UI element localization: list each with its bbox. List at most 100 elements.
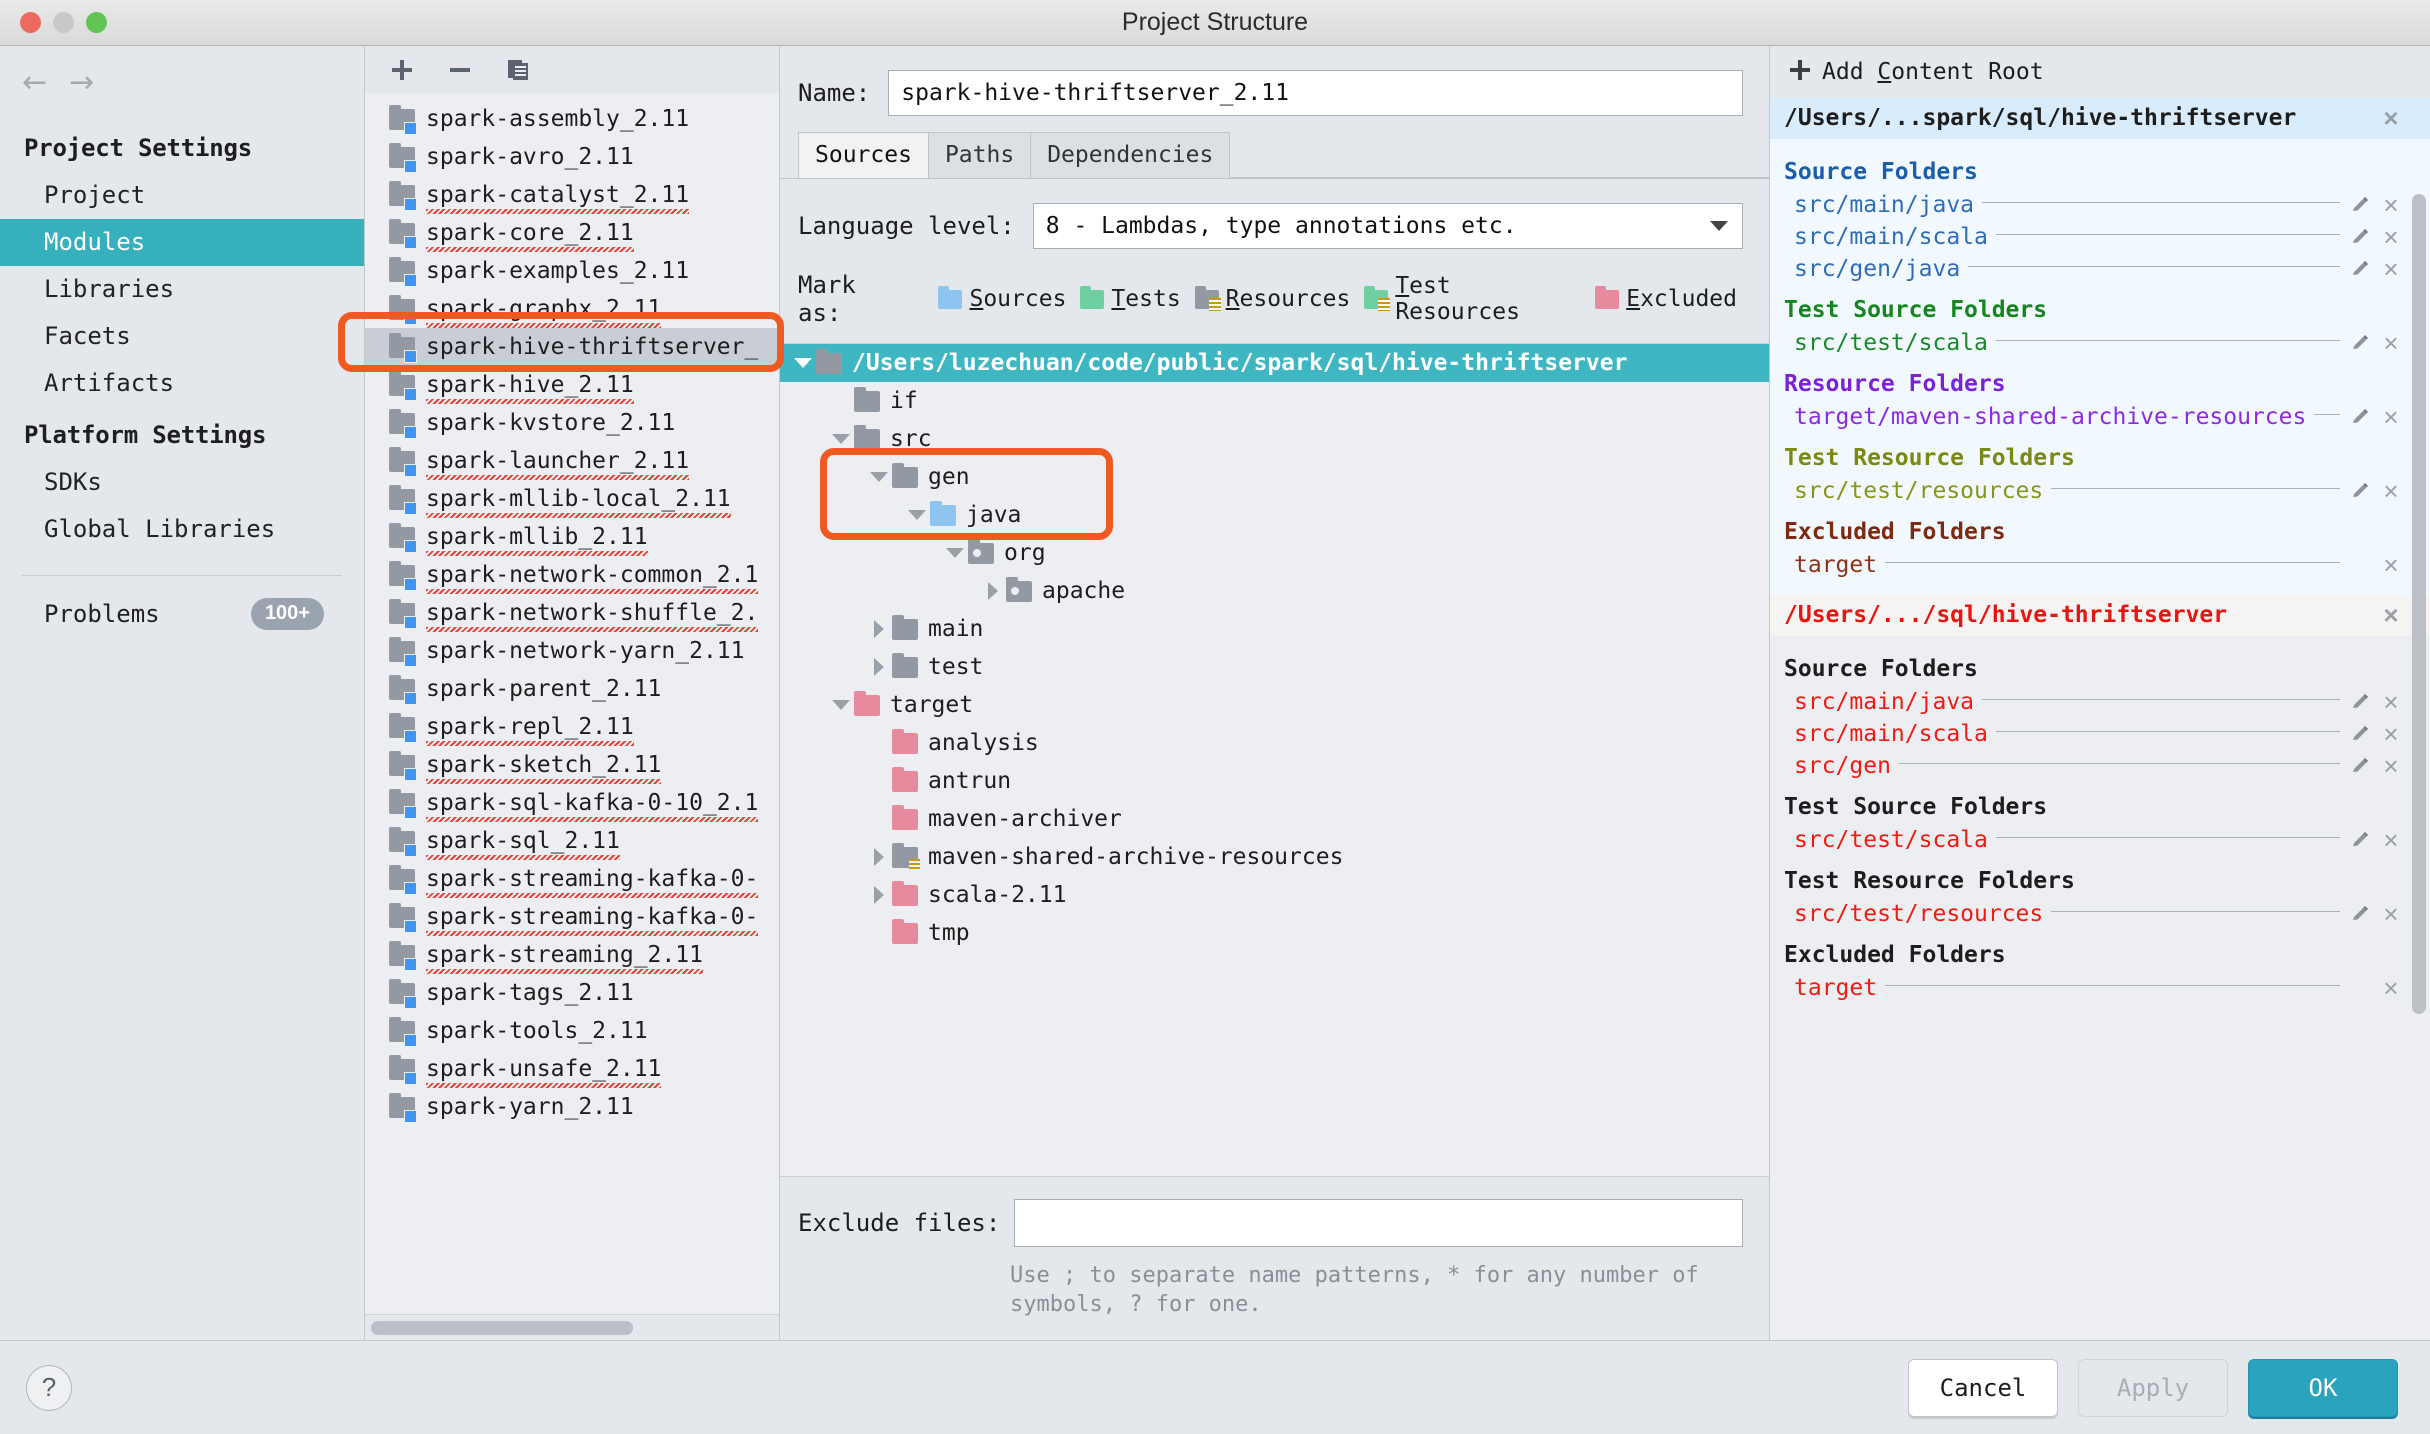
- folder-path-row[interactable]: target/maven-shared-archive-resources ×: [1770, 401, 2430, 433]
- language-level-select[interactable]: 8 - Lambdas, type annotations etc.: [1032, 203, 1743, 249]
- sidebar-item-libraries[interactable]: Libraries: [0, 266, 364, 313]
- tree-node[interactable]: org: [780, 534, 1769, 572]
- edit-pencil-icon[interactable]: [2350, 830, 2372, 850]
- tree-node[interactable]: src: [780, 420, 1769, 458]
- remove-folder-icon[interactable]: ×: [2378, 827, 2404, 853]
- folder-path-row[interactable]: src/main/scala ×: [1770, 221, 2430, 253]
- module-list-item[interactable]: spark-mllib-local_2.11: [365, 480, 779, 518]
- module-list-item[interactable]: spark-tags_2.11: [365, 974, 779, 1012]
- tab-sources[interactable]: Sources: [798, 132, 929, 178]
- remove-folder-icon[interactable]: ×: [2378, 689, 2404, 715]
- tree-node[interactable]: main: [780, 610, 1769, 648]
- back-arrow-icon[interactable]: ←: [22, 68, 47, 98]
- content-roots-list[interactable]: /Users/...spark/sql/hive-thriftserver × So…: [1770, 98, 2430, 1340]
- tab-paths[interactable]: Paths: [927, 132, 1032, 178]
- module-list-item[interactable]: spark-sketch_2.11: [365, 746, 779, 784]
- folder-path-row[interactable]: target ×: [1770, 972, 2430, 1004]
- remove-folder-icon[interactable]: ×: [2378, 478, 2404, 504]
- add-content-root-button[interactable]: Add Content Root: [1770, 46, 2430, 98]
- module-list-item[interactable]: spark-avro_2.11: [365, 138, 779, 176]
- remove-folder-icon[interactable]: ×: [2378, 901, 2404, 927]
- module-list-item[interactable]: spark-network-common_2.1: [365, 556, 779, 594]
- mark-as-sources[interactable]: Sources: [938, 285, 1066, 312]
- tree-node[interactable]: tmp: [780, 914, 1769, 952]
- chevron-right-icon[interactable]: [866, 848, 892, 866]
- module-list-item[interactable]: spark-sql_2.11: [365, 822, 779, 860]
- tree-node[interactable]: antrun: [780, 762, 1769, 800]
- edit-pencil-icon[interactable]: [2350, 195, 2372, 215]
- module-list-item[interactable]: spark-catalyst_2.11: [365, 176, 779, 214]
- ok-button[interactable]: OK: [2248, 1358, 2398, 1417]
- sidebar-item-global-libraries[interactable]: Global Libraries: [0, 506, 364, 553]
- module-list-item[interactable]: spark-network-shuffle_2.: [365, 594, 779, 632]
- content-folder-tree[interactable]: /Users/luzechuan/code/public/spark/sql/h…: [780, 343, 1769, 1176]
- content-root-header[interactable]: /Users/.../sql/hive-thriftserver ×: [1770, 595, 2430, 636]
- folder-path-row[interactable]: src/test/resources ×: [1770, 475, 2430, 507]
- sidebar-item-project[interactable]: Project: [0, 172, 364, 219]
- module-list-item[interactable]: spark-parent_2.11: [365, 670, 779, 708]
- mark-as-test-resources[interactable]: Test Resources: [1364, 273, 1581, 325]
- remove-folder-icon[interactable]: ×: [2378, 192, 2404, 218]
- chevron-right-icon[interactable]: [866, 620, 892, 638]
- module-list-item[interactable]: spark-streaming-kafka-0-: [365, 898, 779, 936]
- chevron-down-icon[interactable]: [942, 548, 968, 558]
- cancel-button[interactable]: Cancel: [1908, 1358, 2058, 1417]
- folder-path-row[interactable]: src/main/java ×: [1770, 189, 2430, 221]
- chevron-down-icon[interactable]: [828, 700, 854, 710]
- edit-pencil-icon[interactable]: [2350, 407, 2372, 427]
- mark-as-tests[interactable]: Tests: [1080, 285, 1181, 312]
- sidebar-item-sdks[interactable]: SDKs: [0, 459, 364, 506]
- content-root-header[interactable]: /Users/...spark/sql/hive-thriftserver ×: [1770, 98, 2430, 139]
- module-list-item[interactable]: spark-launcher_2.11: [365, 442, 779, 480]
- tree-node[interactable]: maven-archiver: [780, 800, 1769, 838]
- copy-module-icon[interactable]: [505, 57, 531, 83]
- chevron-right-icon[interactable]: [866, 886, 892, 904]
- remove-content-root-icon[interactable]: ×: [2378, 602, 2404, 628]
- sidebar-item-modules[interactable]: Modules: [0, 219, 364, 266]
- module-list-item[interactable]: spark-streaming_2.11: [365, 936, 779, 974]
- help-button[interactable]: ?: [26, 1364, 72, 1411]
- remove-folder-icon[interactable]: ×: [2378, 552, 2404, 578]
- exclude-files-input[interactable]: [1014, 1198, 1743, 1247]
- module-list-item[interactable]: spark-mllib_2.11: [365, 518, 779, 556]
- edit-pencil-icon[interactable]: [2350, 724, 2372, 744]
- chevron-right-icon[interactable]: [866, 658, 892, 676]
- module-list-item[interactable]: spark-hive-thriftserver_: [365, 328, 779, 366]
- sidebar-item-artifacts[interactable]: Artifacts: [0, 360, 364, 407]
- module-list-item[interactable]: spark-network-yarn_2.11: [365, 632, 779, 670]
- remove-folder-icon[interactable]: ×: [2378, 721, 2404, 747]
- module-list-item[interactable]: spark-hive_2.11: [365, 366, 779, 404]
- scrollbar-thumb[interactable]: [371, 1320, 633, 1335]
- tree-node[interactable]: maven-shared-archive-resources: [780, 838, 1769, 876]
- module-list-item[interactable]: spark-graphx_2.11: [365, 290, 779, 328]
- chevron-down-icon[interactable]: [828, 434, 854, 444]
- remove-folder-icon[interactable]: ×: [2378, 330, 2404, 356]
- module-list-item[interactable]: spark-repl_2.11: [365, 708, 779, 746]
- folder-path-row[interactable]: src/main/scala ×: [1770, 718, 2430, 750]
- apply-button[interactable]: Apply: [2078, 1358, 2228, 1417]
- remove-folder-icon[interactable]: ×: [2378, 753, 2404, 779]
- module-list-item[interactable]: spark-kvstore_2.11: [365, 404, 779, 442]
- tree-node[interactable]: java: [780, 496, 1769, 534]
- tree-node[interactable]: if: [780, 382, 1769, 420]
- chevron-down-icon[interactable]: [866, 472, 892, 482]
- add-module-icon[interactable]: [389, 57, 415, 83]
- tree-node[interactable]: /Users/luzechuan/code/public/spark/sql/h…: [780, 344, 1769, 382]
- folder-path-row[interactable]: src/main/java ×: [1770, 686, 2430, 718]
- tree-node[interactable]: scala-2.11: [780, 876, 1769, 914]
- edit-pencil-icon[interactable]: [2350, 259, 2372, 279]
- mark-as-resources[interactable]: Resources: [1194, 285, 1350, 312]
- folder-path-row[interactable]: target ×: [1770, 549, 2430, 581]
- module-list-item[interactable]: spark-examples_2.11: [365, 252, 779, 290]
- module-list-item[interactable]: spark-yarn_2.11: [365, 1088, 779, 1126]
- tree-node[interactable]: gen: [780, 458, 1769, 496]
- tab-dependencies[interactable]: Dependencies: [1030, 132, 1231, 178]
- module-list-item[interactable]: spark-assembly_2.11: [365, 100, 779, 138]
- module-name-input[interactable]: spark-hive-thriftserver_2.11: [888, 70, 1743, 116]
- tree-node[interactable]: apache: [780, 572, 1769, 610]
- forward-arrow-icon[interactable]: →: [69, 68, 94, 98]
- edit-pencil-icon[interactable]: [2350, 692, 2372, 712]
- modules-horizontal-scrollbar[interactable]: [365, 1314, 779, 1340]
- module-list-item[interactable]: spark-tools_2.11: [365, 1012, 779, 1050]
- edit-pencil-icon[interactable]: [2350, 227, 2372, 247]
